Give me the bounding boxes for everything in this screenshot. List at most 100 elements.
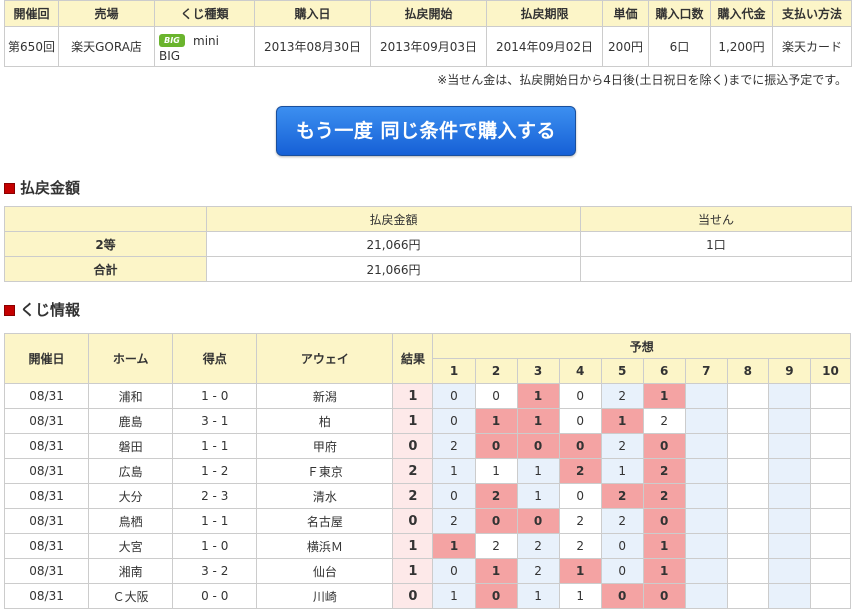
- pick-cell: [767, 508, 811, 534]
- match-result: 0: [392, 508, 434, 534]
- pick-cell: [809, 508, 852, 534]
- match-score: 0 - 0: [172, 583, 258, 609]
- match-row: 08/31 大分 2 - 3 清水 2 0 2 1 0 2 2: [3, 483, 852, 509]
- pick-cell: [726, 533, 769, 559]
- pick-cell: 2: [642, 483, 686, 509]
- pick-cell: 1: [432, 533, 476, 559]
- pick-cell: [767, 533, 811, 559]
- col-header-uriba: 売場: [58, 0, 155, 27]
- pick-cell: 0: [558, 383, 602, 409]
- purchase-date-value: 2013年08月30日: [254, 26, 371, 67]
- pick-cell: 0: [642, 433, 686, 459]
- col-header-units: 購入口数: [648, 0, 711, 27]
- purchase-table: 開催回 売場 くじ種類 購入日 払戻開始 払戻期限 単価 購入口数 購入代金 支…: [4, 0, 852, 67]
- match-home: 鹿島: [88, 408, 174, 434]
- match-score: 3 - 1: [172, 408, 258, 434]
- pick-cell: 1: [600, 458, 644, 484]
- pick-cell: [809, 458, 852, 484]
- payout-row-count: 1口: [580, 231, 852, 257]
- match-date: 08/31: [3, 508, 90, 534]
- kuji-body: 08/31 浦和 1 - 0 新潟 1 0 0 1 0 2 1 08/31 鹿島 3 - 1柏101101…: [3, 383, 852, 609]
- pick-cell: [809, 533, 852, 559]
- pick-cell: [767, 408, 811, 434]
- units-value: 6口: [648, 26, 711, 67]
- col-header-total: 購入代金: [710, 0, 773, 27]
- pick-cell: 0: [600, 558, 644, 584]
- pick-cell: [809, 383, 852, 409]
- pick-cell: 2: [642, 458, 686, 484]
- col-header-kuji-type: くじ種類: [154, 0, 255, 27]
- pick-cell: [726, 558, 769, 584]
- match-result: 1: [392, 558, 434, 584]
- pick-cell: [726, 458, 769, 484]
- col-header-payout-deadline: 払戻期限: [486, 0, 603, 27]
- pick-cell: 0: [432, 383, 476, 409]
- match-away: Ｆ東京: [256, 458, 394, 484]
- pick-cell: 1: [474, 458, 518, 484]
- col-header-purchase-date: 購入日: [254, 0, 371, 27]
- match-score: 2 - 3: [172, 483, 258, 509]
- pick-cell: [809, 558, 852, 584]
- match-date: 08/31: [3, 533, 90, 559]
- payout-row-amount: 21,066円: [206, 256, 581, 282]
- pick-cell: 2: [642, 408, 686, 434]
- col-header-home: ホーム: [88, 333, 174, 384]
- pick-cell: 2: [474, 533, 518, 559]
- col-header-yosou-2: 2: [474, 358, 518, 384]
- payout-section-title: 払戻金額: [4, 177, 80, 198]
- match-home: 浦和: [88, 383, 174, 409]
- section-square-icon: [4, 305, 15, 316]
- match-home: 湘南: [88, 558, 174, 584]
- match-home: 広島: [88, 458, 174, 484]
- col-header-score: 得点: [172, 333, 258, 384]
- total-value: 1,200円: [710, 26, 773, 67]
- match-score: 3 - 2: [172, 558, 258, 584]
- pick-cell: [726, 583, 769, 609]
- pick-cell: [809, 583, 852, 609]
- pick-cell: 0: [432, 483, 476, 509]
- pick-cell: 2: [432, 508, 476, 534]
- pick-cell: 1: [432, 583, 476, 609]
- match-date: 08/31: [3, 433, 90, 459]
- kaisai-value: 第650回: [4, 26, 59, 67]
- col-header-yosou-3: 3: [516, 358, 560, 384]
- pick-cell: [684, 508, 728, 534]
- pick-cell: [767, 383, 811, 409]
- rebuy-button[interactable]: もう一度 同じ条件で購入する: [276, 106, 576, 156]
- pick-cell: [726, 408, 769, 434]
- match-date: 08/31: [3, 483, 90, 509]
- pick-cell: 1: [642, 558, 686, 584]
- match-date: 08/31: [3, 458, 90, 484]
- match-score: 1 - 0: [172, 533, 258, 559]
- payout-header-count: 当せん: [580, 206, 852, 232]
- payout-row: 合計 21,066円: [4, 256, 852, 282]
- pick-cell: 2: [558, 533, 602, 559]
- col-header-yosou: 予想: [432, 333, 851, 359]
- pick-cell: [684, 483, 728, 509]
- payout-deadline-value: 2014年09月02日: [486, 26, 603, 67]
- pick-cell: 1: [516, 483, 560, 509]
- match-home: 鳥栖: [88, 508, 174, 534]
- match-row: 08/31 大宮 1 - 0 横浜Ｍ 1 1 2 2 2 0 1: [3, 533, 852, 559]
- pick-cell: [684, 558, 728, 584]
- pick-cell: 0: [474, 383, 518, 409]
- pick-cell: [726, 483, 769, 509]
- match-result: 0: [392, 583, 434, 609]
- col-header-unit-price: 単価: [602, 0, 649, 27]
- pick-cell: 1: [642, 533, 686, 559]
- match-away: 清水: [256, 483, 394, 509]
- section-square-icon: [4, 183, 15, 194]
- pick-cell: [809, 408, 852, 434]
- pick-cell: 1: [558, 583, 602, 609]
- payout-row-label: 2等: [4, 231, 207, 257]
- pick-cell: 1: [516, 408, 560, 434]
- pick-cell: 0: [558, 408, 602, 434]
- match-away: 柏: [256, 408, 394, 434]
- payout-note: ※当せん金は、払戻開始日から4日後(土日祝日を除く)までに振込予定です。: [437, 73, 847, 87]
- col-header-kaisai: 開催回: [4, 0, 59, 27]
- col-header-yosou-5: 5: [600, 358, 644, 384]
- unit-price-value: 200円: [602, 26, 649, 67]
- kuji-type-cell: BIG mini BIG: [154, 26, 255, 67]
- pick-cell: 0: [432, 558, 476, 584]
- kuji-table: 開催日 ホーム 得点 アウェイ 結果 予想 1 2 3 4 5 6 7 8 9 10 08/31 浦…: [3, 333, 852, 609]
